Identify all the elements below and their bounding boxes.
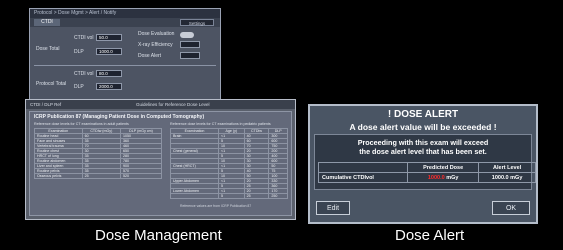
table-row: 5 25 250 [170,193,288,199]
tab-ctdi[interactable]: CTDI [34,19,60,26]
ctdi-vol-label-2: CTDI vol [74,71,94,77]
table-cell: 25 [243,193,270,199]
adult-dose-table: Examination CTDIw (mGy) DLP (mGy cm) Routi… [34,128,162,179]
reference-dose-window: CTDI / DLP Ref Guidelines for Reference … [25,99,296,220]
document-footer: Reference values are from ICRP Publicati… [180,204,252,208]
pediatric-table-caption: Reference dose levels for CT examination… [170,122,271,126]
edit-button[interactable]: Edit [316,201,350,215]
table-cell [170,193,219,199]
protocol-total-ctdi-field[interactable]: 80.0 [96,70,122,77]
row-label-dose-total: Dose Total [36,46,60,52]
dlp-label: DLP [74,49,84,55]
predicted-dose-cell: 1000.0 mGy [407,172,480,183]
table-header-predicted: Predicted Dose [407,162,480,173]
dose-alert-title: ! DOSE ALERT [387,109,459,120]
settings-window-title: Protocol > Dose Mgmt > Alert / Notify [30,9,220,18]
dose-alert-message: Proceeding with this exam will exceed th… [315,138,531,156]
ok-button[interactable]: OK [492,201,530,215]
table-header-alert-level: Alert Level [478,162,536,173]
dose-alert-label: Dose Alert [138,53,162,59]
dose-alert-dialog: ! DOSE ALERT A dose alert value will be … [308,104,538,224]
table-cell: 5 [217,193,245,199]
settings-button[interactable]: Settings [180,19,214,26]
reference-document: ICRP Publication 87 (Managing Patient Do… [29,111,292,216]
table-cell: 25 [81,173,122,179]
dose-alert-panel: Proceeding with this exam will exceed th… [314,134,536,190]
adult-table-caption: Reference dose levels for CT examination… [34,122,129,126]
predicted-dose-value: 1000.0 [427,174,445,181]
dose-management-caption: Dose Management [95,227,222,244]
xray-efficiency-label: X-ray Efficiency [138,42,173,48]
table-cell: 250 [268,193,288,199]
document-title: ICRP Publication 87 (Managing Patient Do… [34,114,205,120]
dose-alert-field[interactable] [180,52,200,59]
table-cell: 520 [120,173,162,179]
dose-alert-subtitle: A dose alert value will be exceeded ! [349,122,497,132]
predicted-dose-unit: mGy [446,174,459,181]
reference-window-bar: CTDI / DLP Ref Guidelines for Reference … [26,100,295,109]
row-label-cumulative-ctdivol: Cumulative CTDIvol [317,172,409,183]
row-label-protocol-total: Protocol Total [36,81,67,87]
message-line-2: the dose alert level that has been set. [359,147,487,156]
divider [34,65,216,66]
dose-alert-caption: Dose Alert [395,227,465,244]
dlp-label-2: DLP [74,84,84,90]
dose-total-ctdi-field[interactable]: 50.0 [96,34,122,41]
reference-window-bar-title: Guidelines for Reference Dose Level [136,102,210,107]
table-cell: Osseous pelvis [34,173,83,179]
alert-level-value: 1000.0 mGy [478,172,536,183]
dose-total-dlp-field[interactable]: 1000.0 [96,48,122,55]
table-header-blank [317,162,409,173]
ctdi-vol-label: CTDI vol [74,35,94,41]
dose-evaluation-label: Dose Evaluation [138,31,175,37]
reference-window-bar-left: CTDI / DLP Ref [30,102,62,107]
dose-evaluation-toggle[interactable] [180,32,194,38]
dose-alert-table: Predicted Dose Alert Level Cumulative CT… [317,162,536,183]
xray-efficiency-field[interactable] [180,41,200,48]
table-row: Osseous pelvis 25 520 [34,173,162,179]
message-line-1: Proceeding with this exam will exceed [357,138,489,147]
protocol-total-dlp-field[interactable]: 2000.0 [96,83,122,90]
settings-tabstrip: CTDI Settings [30,18,220,27]
pediatric-dose-table: Examination Age (y) CTDIw DLP Brain <1 40 300 5… [170,128,288,199]
